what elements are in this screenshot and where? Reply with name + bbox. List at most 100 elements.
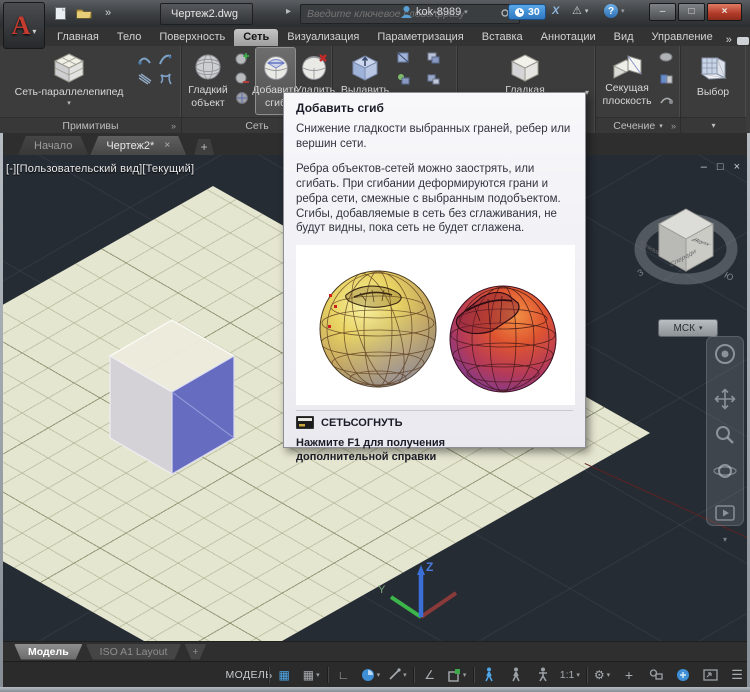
help-button[interactable]: ? ▾ bbox=[604, 4, 625, 18]
smooth-cube-icon bbox=[509, 52, 541, 82]
snap-mode-toggle[interactable]: ▦▾ bbox=[298, 665, 324, 685]
ribbon-tab-glavnaya[interactable]: Главная bbox=[48, 29, 108, 46]
file-tab-start[interactable]: Начало bbox=[18, 136, 88, 155]
viewcube-cube: Верх Слева Спереди bbox=[641, 209, 715, 271]
new-layout-button[interactable]: + bbox=[184, 644, 206, 660]
stay-connected-icon[interactable]: ⚠▾ bbox=[572, 4, 588, 17]
annotation-man-blue-icon bbox=[482, 667, 495, 682]
vp-restore-icon[interactable]: □ bbox=[717, 161, 724, 173]
merge-face-icon[interactable] bbox=[395, 71, 412, 86]
steering-wheel-icon[interactable] bbox=[714, 343, 736, 370]
pan-icon[interactable] bbox=[714, 388, 736, 415]
vp-close-icon[interactable]: × bbox=[734, 161, 740, 173]
file-tab-drawing2-active[interactable]: Чертеж2* × bbox=[90, 136, 186, 155]
annotation-monitor-button[interactable]: + bbox=[616, 665, 642, 685]
ribbon-tab-vstavka[interactable]: Вставка bbox=[473, 29, 532, 46]
open-folder-icon[interactable] bbox=[74, 4, 94, 22]
isodraft-toggle[interactable]: ▾ bbox=[357, 665, 383, 685]
annotation-scale-button[interactable]: 1:1▾ bbox=[557, 665, 583, 685]
doc-title-arrow-icon[interactable]: ▸ bbox=[286, 6, 291, 17]
annotation-visibility-toggle[interactable] bbox=[476, 665, 502, 685]
revolved-mesh-icon[interactable] bbox=[136, 52, 153, 67]
window-close-button[interactable]: × bbox=[707, 3, 742, 21]
ribbon-tab-telo[interactable]: Тело bbox=[108, 29, 151, 46]
close-hole-icon[interactable] bbox=[425, 50, 442, 65]
autocad-logo: A bbox=[12, 11, 31, 41]
signin-user[interactable]: kok-8989 ▾ bbox=[400, 5, 468, 19]
grid-display-toggle[interactable]: ▦ bbox=[271, 665, 297, 685]
application-menu-button[interactable]: A ▾ bbox=[3, 2, 45, 49]
ribbon-tab-parametrizaciya[interactable]: Параметризация bbox=[368, 29, 472, 46]
mesh-box-solid[interactable] bbox=[100, 315, 240, 485]
file-tab-close-icon[interactable]: × bbox=[164, 140, 170, 151]
section-settings-icon[interactable] bbox=[658, 92, 675, 107]
viewcube[interactable]: З Ю Верх Слева Спереди МСК ▾ bbox=[630, 183, 742, 343]
orbit-icon[interactable] bbox=[713, 460, 737, 487]
navbar-dropdown-icon[interactable]: ▾ bbox=[723, 535, 727, 544]
tooltip-title: Добавить сгиб bbox=[296, 101, 573, 115]
object-snap-toggle[interactable]: ▾ bbox=[444, 665, 470, 685]
ribbon-tab-annotacii[interactable]: Аннотации bbox=[532, 29, 605, 46]
ribbon-minimize-icon[interactable]: ▾ bbox=[736, 36, 750, 46]
ribbon-tab-vid[interactable]: Вид bbox=[605, 29, 643, 46]
smooth-less-icon[interactable] bbox=[234, 70, 251, 85]
layout-tab-model[interactable]: Модель bbox=[14, 644, 83, 660]
ribbon-tab-set-active[interactable]: Сеть bbox=[234, 29, 278, 46]
showmotion-icon[interactable] bbox=[715, 505, 735, 526]
section-expand-icon[interactable]: » bbox=[671, 121, 676, 131]
smooth-object-button[interactable]: Гладкийобъект bbox=[184, 48, 232, 114]
yellow-crease-sphere bbox=[320, 268, 436, 391]
ucs-icon[interactable]: Z Y bbox=[370, 555, 470, 641]
panel-label-primitives[interactable]: Примитивы » bbox=[0, 117, 181, 133]
panel-label-selection[interactable]: ▾ bbox=[681, 117, 746, 133]
window-minimize-button[interactable]: – bbox=[649, 3, 676, 21]
viewport-controls-label[interactable]: [-][Пользовательский вид][Текущий] bbox=[6, 163, 194, 175]
workspace-switching-button[interactable]: ⚙▾ bbox=[589, 665, 615, 685]
smooth-object-icon bbox=[193, 52, 223, 82]
section-block-icon[interactable] bbox=[658, 71, 675, 86]
clean-screen-button[interactable] bbox=[697, 665, 723, 685]
selection-button[interactable]: Выбор bbox=[685, 48, 741, 114]
model-space-button[interactable]: МОДЕЛЬ bbox=[233, 665, 265, 685]
split-face-icon[interactable] bbox=[395, 50, 412, 65]
section-plane-button[interactable]: Секущаяплоскость bbox=[598, 48, 656, 114]
ribbon-tab-poverhnost[interactable]: Поверхность bbox=[150, 29, 234, 46]
panel-primitives: Сеть-параллелепипед ▾ Примитивы » bbox=[0, 46, 182, 133]
panel-label-section[interactable]: Сечение ▾ » bbox=[596, 117, 680, 133]
viewcube-wcs-button[interactable]: МСК ▾ bbox=[658, 319, 718, 337]
spin-edge-icon[interactable] bbox=[425, 71, 442, 86]
section-live-icon[interactable] bbox=[658, 50, 675, 65]
ribbon-tabs-overflow-icon[interactable]: » bbox=[726, 34, 732, 46]
ortho-mode-toggle[interactable]: ∟ bbox=[330, 665, 356, 685]
vp-minimize-icon[interactable]: – bbox=[701, 161, 707, 173]
ruled-mesh-icon[interactable] bbox=[136, 71, 153, 86]
zoom-icon[interactable] bbox=[714, 424, 736, 451]
annotation-autoscale-toggle[interactable] bbox=[503, 665, 529, 685]
ribbon-tab-upravlenie[interactable]: Управление bbox=[643, 29, 722, 46]
window-frame-bottom bbox=[0, 687, 750, 692]
annotation-scale-man-icon[interactable] bbox=[530, 665, 556, 685]
polar-icon bbox=[388, 668, 401, 681]
quick-access-more-icon[interactable]: » bbox=[98, 4, 118, 22]
panel-expand-icon[interactable]: » bbox=[171, 121, 176, 131]
edge-mesh-icon[interactable] bbox=[157, 52, 174, 67]
isolate-objects-button[interactable] bbox=[643, 665, 669, 685]
new-drawing-tab-button[interactable]: + bbox=[194, 139, 214, 155]
ribbon-tab-vizualizaciya[interactable]: Визуализация bbox=[278, 29, 368, 46]
layout-tab-iso-a1[interactable]: ISO A1 Layout bbox=[86, 644, 182, 660]
graphics-performance-button[interactable] bbox=[670, 665, 696, 685]
window-restore-button[interactable]: □ bbox=[678, 3, 705, 21]
clean-screen-icon bbox=[703, 669, 718, 681]
smooth-more-icon[interactable] bbox=[234, 50, 251, 65]
tooltip-footer: СЕТЬСОГНУТЬ Нажмите F1 для получения доп… bbox=[296, 410, 573, 465]
exchange-apps-icon[interactable]: X bbox=[552, 5, 559, 17]
selection-cube-icon bbox=[697, 52, 729, 84]
tabulated-mesh-icon[interactable] bbox=[157, 71, 174, 86]
refine-mesh-icon[interactable] bbox=[234, 90, 251, 105]
mesh-box-button[interactable]: Сеть-параллелепипед ▾ bbox=[6, 48, 132, 114]
new-document-icon[interactable] bbox=[50, 4, 70, 22]
polar-tracking-toggle[interactable]: ▾ bbox=[384, 665, 410, 685]
trial-days-badge[interactable]: 30 bbox=[508, 4, 546, 20]
object-snap-tracking-toggle[interactable]: ∠ bbox=[417, 665, 443, 685]
layout-tab-bar: Модель ISO A1 Layout + bbox=[0, 641, 750, 661]
